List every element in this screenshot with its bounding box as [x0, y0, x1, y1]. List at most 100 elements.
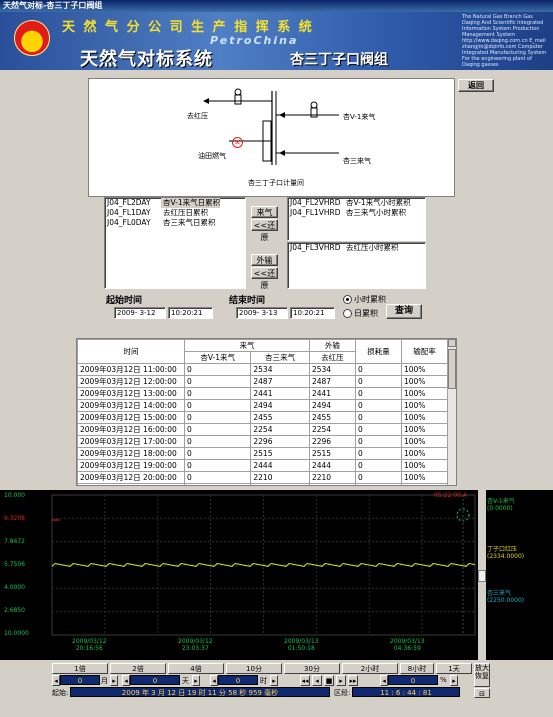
x-tick-time: 01:50:18 [287, 645, 315, 652]
scroll-up-button[interactable] [448, 339, 456, 347]
inflow-code: J04_FL2VHRD [290, 198, 341, 207]
start-time-picker[interactable]: 10:20:21 [168, 307, 213, 319]
table-cell: 2254 [250, 423, 310, 436]
play-first-button[interactable]: ◂◂ [300, 675, 310, 686]
cursor-time: 05:22:00.4 [434, 492, 467, 499]
export-list-item[interactable]: J04_FL3VHRD 去红压小时累积 [288, 243, 425, 253]
system-title: 天然气对标系统 [80, 49, 213, 70]
legend-entry: 杏三来气 (2250.0000) [487, 588, 524, 604]
table-cell: 0 [354, 423, 402, 436]
export-icon-button[interactable]: ⊟ [474, 688, 490, 698]
inflow-list[interactable]: J04_FL2VHRD 杏V-1来气小时累积 J04_FL1VHRD 杏三来气小时累积 [287, 197, 426, 241]
range-button[interactable]: 10分 [226, 663, 282, 674]
y-tick-label: 2.6850 [4, 607, 25, 614]
month-right-button[interactable]: ▸ [110, 675, 118, 686]
month-value[interactable]: 0 [60, 675, 100, 685]
table-row: 2009年03月12日 16:00:00 0 2254 2254 0 100% [77, 423, 449, 436]
col-export-a: 去红压 [308, 351, 356, 364]
remove-export-button[interactable]: <<还原 [251, 267, 278, 290]
percent-right-button[interactable]: ▸ [450, 675, 458, 686]
range-button[interactable]: 30分 [284, 663, 340, 674]
table-cell: 2009年03月12日 12:00:00 [77, 375, 185, 388]
point-list[interactable]: J04_FL2DAY 杏V-1来气日累积 J04_FL1DAY 去红压日累积 J04_F… [104, 197, 246, 289]
hourly-label: 小时累积 [354, 295, 386, 304]
hourly-radio[interactable]: 小时累积 [343, 294, 386, 305]
export-code: J04_FL3VHRD [290, 243, 341, 252]
stop-button[interactable]: ■ [324, 675, 334, 686]
x-tick-date: 2009/03/13 [284, 638, 319, 645]
point-code: J04_FL2DAY [107, 198, 151, 207]
english-description: The Natural Gas Branch Gas Daqing And Sc… [462, 14, 547, 68]
export-list[interactable]: J04_FL3VHRD 去红压小时累积 [287, 242, 426, 289]
range-button[interactable]: 2倍 [110, 663, 166, 674]
x-tick-label: 2009/03/13 04:36:59 [390, 638, 425, 652]
month-left-button[interactable]: ◂ [52, 675, 60, 686]
trend-chart: 10.000 9.3208 7.8472 5.7506 4.0000 2.6850 10.0… [0, 490, 553, 660]
table-cell: 2494 [308, 399, 356, 412]
remove-inflow-button[interactable]: <<还原 [251, 219, 278, 242]
table-cell: 0 [183, 483, 252, 485]
hour-right-button[interactable]: ▸ [270, 675, 278, 686]
percent-value[interactable]: 0 [388, 675, 438, 685]
table-cell: 100% [400, 435, 449, 448]
col-inflow-a: 杏V-1来气 [183, 351, 252, 364]
back-button[interactable]: 返回 [458, 79, 494, 92]
chart-controls: 1倍 2倍 4倍 10分 30分 2小时 8小时 1天 放大恢复 ◂ 0 月 ▸ ◂ 0 天 … [0, 660, 553, 717]
chart-scroll-thumb[interactable] [478, 570, 486, 582]
inflow-list-item[interactable]: J04_FL1VHRD 杏三来气小时累积 [288, 208, 425, 218]
table-row: 2009年03月12日 12:00:00 0 2487 2487 0 100% [77, 375, 449, 388]
table-row: 2009年03月12日 14:00:00 0 2494 2494 0 100% [77, 399, 449, 412]
chart-vertical-scrollbar[interactable] [478, 490, 486, 660]
point-name: 杏三来气日累积 [163, 218, 216, 227]
day-right-button[interactable]: ▸ [192, 675, 200, 686]
range-button[interactable]: 1倍 [52, 663, 108, 674]
table-cell: 0 [183, 447, 252, 460]
point-list-item[interactable]: J04_FL0DAY 杏三来气日累积 [105, 218, 245, 228]
table-cell: 2009年03月12日 18:00:00 [77, 447, 185, 460]
end-time-picker[interactable]: 10:20:21 [290, 307, 335, 319]
add-inflow-button[interactable]: 来气>> [251, 206, 278, 229]
point-list-item[interactable]: J04_FL1DAY 去红压日累积 [105, 208, 245, 218]
table-cell: 2009年03月12日 17:00:00 [77, 435, 185, 448]
table-row: 2009年03月12日 13:00:00 0 2441 2441 0 100% [77, 387, 449, 400]
point-list-item[interactable]: J04_FL2DAY 杏V-1来气日累积 [105, 198, 245, 208]
table-cell: 0 [183, 363, 252, 376]
play-next-button[interactable]: ▸ [336, 675, 346, 686]
start-date-picker[interactable]: 2009- 3-12 [114, 307, 166, 319]
hour-value[interactable]: 0 [218, 675, 258, 685]
day-left-button[interactable]: ◂ [122, 675, 130, 686]
y-tick-label: 5.7506 [4, 561, 25, 568]
range-button[interactable]: 1天 [436, 663, 472, 674]
end-date-picker[interactable]: 2009- 3-13 [236, 307, 288, 319]
query-button[interactable]: 查询 [386, 304, 422, 319]
table-cell: 100% [400, 447, 449, 460]
day-value[interactable]: 0 [130, 675, 180, 685]
col-time: 时间 [77, 339, 185, 364]
table-cell: 100% [400, 375, 449, 388]
play-prev-button[interactable]: ◂ [312, 675, 322, 686]
range-button[interactable]: 2小时 [342, 663, 398, 674]
legend-name: 杏三来气 [487, 590, 512, 597]
table-cell: 2534 [308, 363, 356, 376]
hour-left-button[interactable]: ◂ [210, 675, 218, 686]
add-export-button[interactable]: 外输>> [251, 254, 278, 277]
y-tick-label: 9.3208 [4, 515, 25, 522]
x-tick-date: 2009/03/12 [72, 638, 107, 645]
point-name: 杏V-1来气日累积 [161, 198, 221, 208]
table-row: 2009年03月12日 19:00:00 0 2444 2444 0 100% [77, 459, 449, 472]
start-time-label: 起始时间 [106, 296, 143, 306]
range-button[interactable]: 4倍 [168, 663, 224, 674]
range-button[interactable]: 8小时 [400, 663, 434, 674]
scroll-thumb[interactable] [448, 349, 456, 389]
table-scrollbar[interactable] [447, 339, 456, 485]
inflow-list-item[interactable]: J04_FL2VHRD 杏V-1来气小时累积 [288, 198, 425, 208]
zoom-reset-button[interactable]: 放大恢复 [474, 663, 490, 687]
percent-left-button[interactable]: ◂ [380, 675, 388, 686]
table-cell: 0 [183, 411, 252, 424]
table-row: 2009年03月12日 17:00:00 0 2296 2296 0 100% [77, 435, 449, 448]
table-cell: 0 [354, 387, 402, 400]
x-tick-label: 2009/03/12 23:03:37 [178, 638, 213, 652]
play-last-button[interactable]: ▸▸ [348, 675, 358, 686]
daily-radio[interactable]: 日累积 [343, 308, 378, 319]
table-cell: 2487 [308, 375, 356, 388]
